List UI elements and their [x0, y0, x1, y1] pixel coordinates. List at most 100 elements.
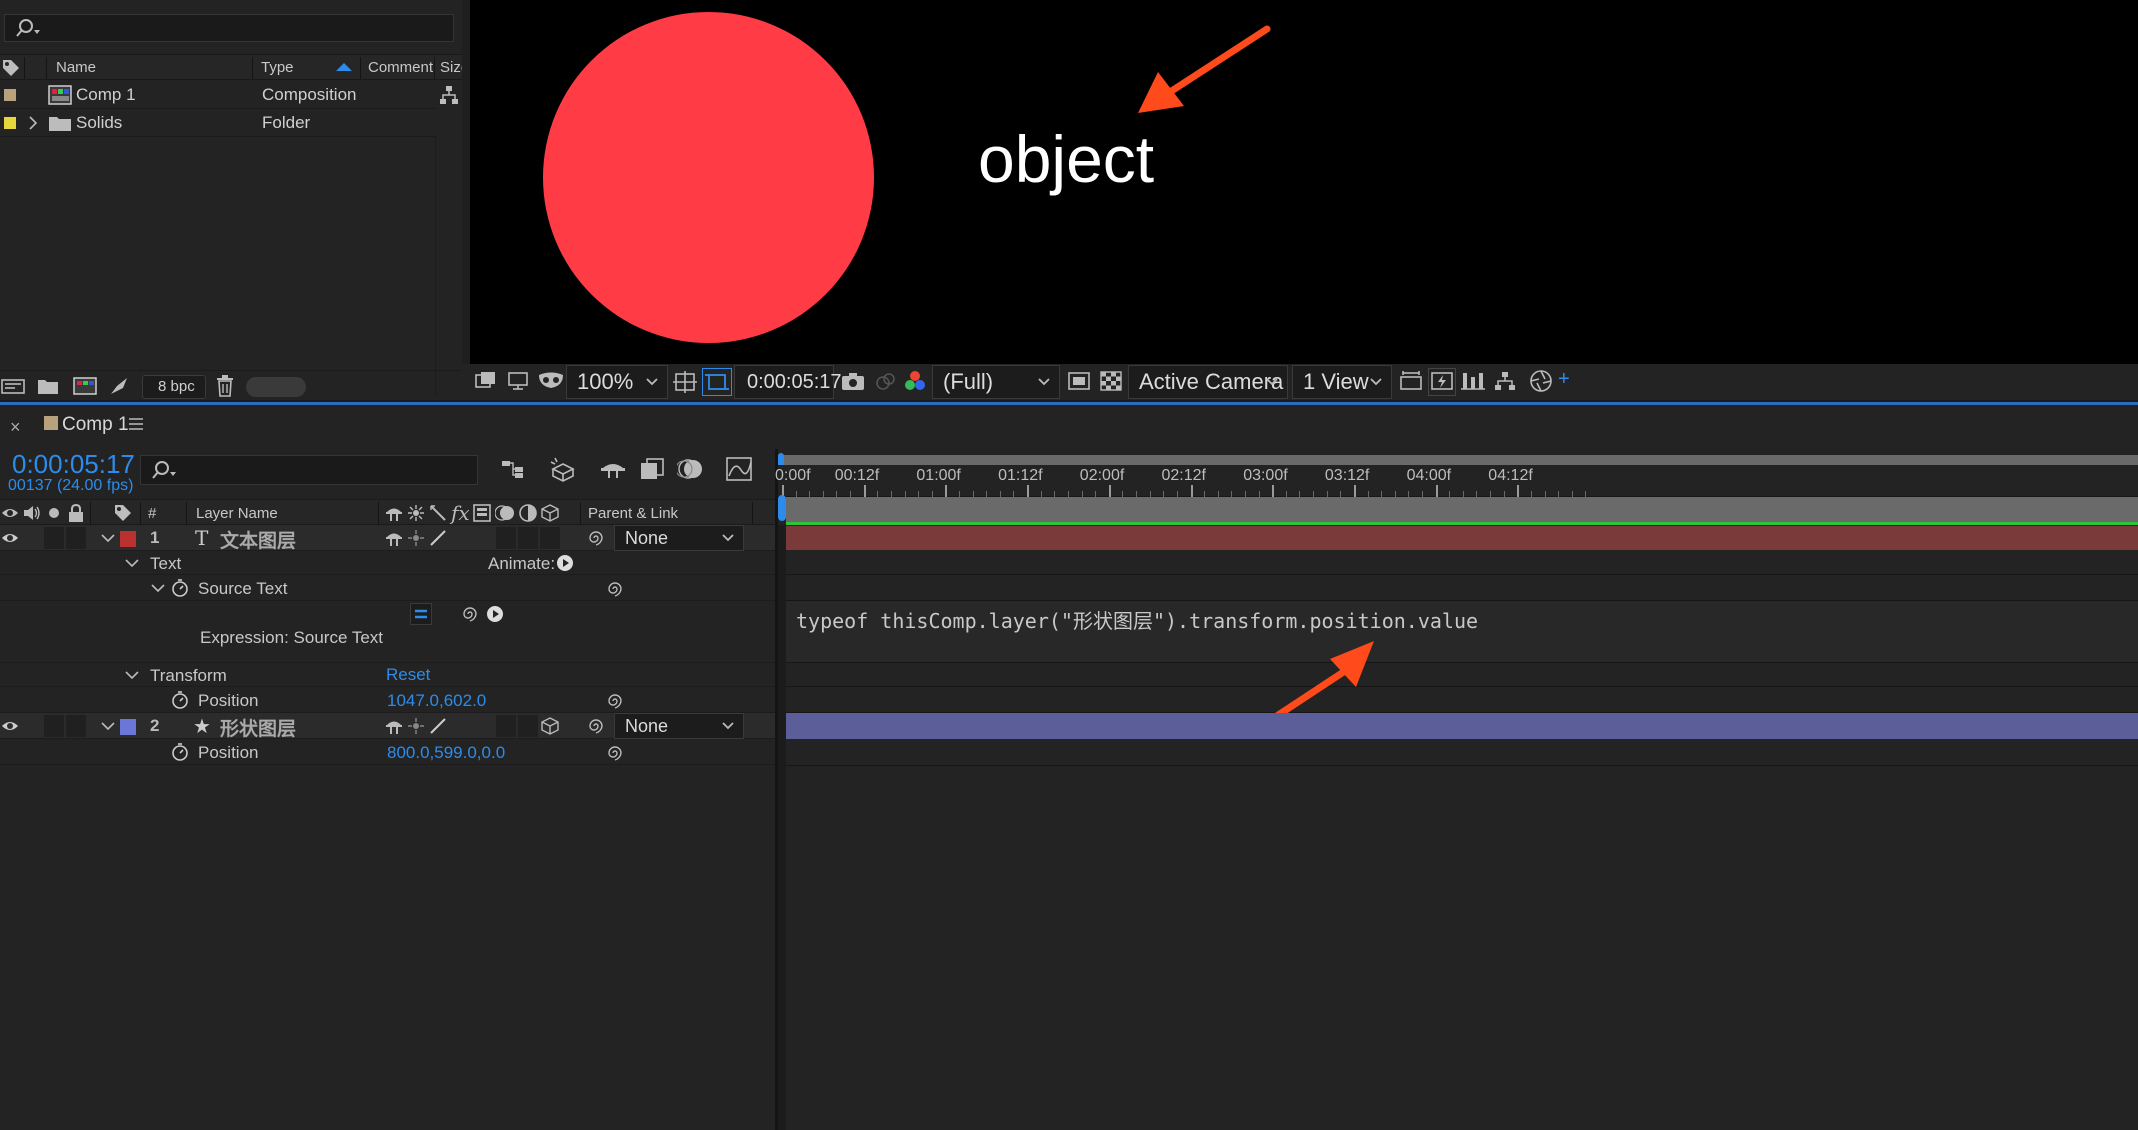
- snapshot-camera-icon[interactable]: [840, 370, 866, 392]
- column-comment[interactable]: Comment: [368, 59, 433, 76]
- layer-row-2[interactable]: 2 ★ 形状图层 None: [0, 713, 776, 741]
- quality-switch-icon[interactable]: [428, 503, 448, 523]
- 3d-layer-icon[interactable]: [540, 716, 560, 736]
- timeline-panel-icon[interactable]: [1460, 370, 1486, 392]
- region-of-interest-icon[interactable]: [702, 368, 732, 396]
- title-action-safe-icon[interactable]: [672, 370, 698, 394]
- expression-language-menu-icon[interactable]: [485, 604, 505, 624]
- column-layer-name[interactable]: Layer Name: [196, 505, 278, 522]
- column-parent-link[interactable]: Parent & Link: [588, 505, 678, 522]
- twirl-down-icon[interactable]: [124, 555, 140, 571]
- animate-label[interactable]: Animate:: [488, 554, 555, 574]
- zoom-select[interactable]: 100%: [566, 365, 668, 399]
- project-item-row[interactable]: Comp 1 Composition: [0, 82, 436, 109]
- quality-switch-icon[interactable]: [428, 528, 448, 548]
- column-name[interactable]: Name: [56, 59, 96, 76]
- collapse-switch-icon[interactable]: [406, 528, 426, 548]
- transform-group-row[interactable]: Transform Reset: [0, 663, 776, 687]
- reset-exposure-icon[interactable]: [1528, 369, 1554, 393]
- layer-row-1[interactable]: 1 T 文本图层 None: [0, 525, 776, 553]
- stopwatch-icon[interactable]: [170, 577, 190, 599]
- column-size[interactable]: Size: [440, 59, 462, 76]
- layer-2-duration-bar[interactable]: [786, 713, 2138, 739]
- parent-select-layer-2[interactable]: None: [614, 713, 744, 739]
- layer-label-swatch[interactable]: [120, 719, 136, 735]
- layer-1-duration-bar[interactable]: [786, 526, 2138, 550]
- work-area-bar[interactable]: [778, 455, 2138, 465]
- pickwhip-spiral-icon[interactable]: [586, 716, 606, 736]
- layer-label-swatch[interactable]: [120, 531, 136, 547]
- viewer-canvas[interactable]: object: [470, 0, 2138, 364]
- graph-editor-icon[interactable]: [724, 455, 754, 483]
- thumbnail-scrollbar[interactable]: [246, 377, 306, 397]
- collapse-switch-icon[interactable]: [406, 503, 426, 523]
- transparency-grid-icon[interactable]: [1098, 370, 1124, 392]
- viewer-timecode[interactable]: 0:00:05:17: [734, 365, 842, 399]
- exposure-plus-icon[interactable]: +: [1558, 368, 1570, 391]
- video-eye-icon[interactable]: [0, 528, 20, 548]
- stopwatch-icon[interactable]: [170, 741, 190, 763]
- expression-editor[interactable]: typeof thisComp.layer("形状图层").transform.…: [786, 601, 2138, 662]
- current-time-indicator[interactable]: [778, 495, 786, 521]
- new-folder-icon[interactable]: [36, 375, 60, 397]
- twirl-down-icon[interactable]: [100, 717, 116, 735]
- comp-flowchart-icon[interactable]: [1492, 370, 1518, 392]
- timeline-tab-title[interactable]: Comp 1: [62, 414, 129, 436]
- pickwhip-spiral-icon[interactable]: [605, 743, 625, 763]
- comp-mini-flowchart-icon[interactable]: [500, 457, 528, 481]
- layer-name[interactable]: 文本图层: [220, 526, 296, 553]
- twirl-down-icon[interactable]: [150, 580, 166, 596]
- quality-switch-icon[interactable]: [428, 716, 448, 736]
- pickwhip-spiral-icon[interactable]: [605, 691, 625, 711]
- position-value-layer-1[interactable]: 1047.0,602.0: [387, 691, 486, 711]
- mask-visibility-icon[interactable]: [536, 370, 566, 392]
- shy-layers-icon[interactable]: [598, 457, 628, 481]
- frame-blending-icon[interactable]: [638, 457, 666, 481]
- timeline-search-input[interactable]: [140, 455, 478, 485]
- expression-enable-icon[interactable]: [410, 603, 432, 625]
- close-tab-icon[interactable]: ×: [10, 417, 21, 438]
- view-layout-select[interactable]: 1 View: [1292, 365, 1392, 399]
- current-time-display[interactable]: 0:00:05:17: [12, 449, 135, 480]
- stopwatch-icon[interactable]: [170, 689, 190, 711]
- fx-effects-icon[interactable]: fx: [451, 501, 470, 525]
- show-snapshot-icon[interactable]: [872, 370, 898, 392]
- expression-row[interactable]: Expression: Source Text: [0, 601, 776, 663]
- frame-blend-switch-icon[interactable]: [472, 503, 492, 523]
- animate-play-icon[interactable]: [555, 553, 575, 573]
- video-eye-icon[interactable]: [0, 716, 20, 736]
- fast-preview-icon[interactable]: [1066, 370, 1092, 392]
- twirl-down-icon[interactable]: [100, 529, 116, 547]
- flowchart-icon[interactable]: [438, 84, 460, 106]
- twirl-down-icon[interactable]: [124, 667, 140, 683]
- solo-dot-icon[interactable]: [44, 503, 64, 523]
- toggle-pixel-aspect-icon[interactable]: [1398, 370, 1424, 392]
- new-composition-icon[interactable]: [72, 375, 98, 397]
- trash-icon[interactable]: [214, 374, 236, 398]
- pickwhip-spiral-icon[interactable]: [586, 528, 606, 548]
- 3d-layer-icon[interactable]: [540, 503, 560, 523]
- interpret-footage-icon[interactable]: [0, 375, 26, 397]
- pickwhip-spiral-icon[interactable]: [605, 579, 625, 599]
- position-row-layer-2[interactable]: Position 800.0,599.0,0.0: [0, 739, 776, 765]
- fast-draft-icon[interactable]: [1428, 368, 1456, 396]
- motion-blur-icon[interactable]: [676, 457, 706, 481]
- always-preview-icon[interactable]: [474, 370, 498, 392]
- layer-name[interactable]: 形状图层: [220, 714, 296, 741]
- project-item-row[interactable]: Solids Folder: [0, 110, 436, 137]
- motion-blur-switch-icon[interactable]: [494, 503, 516, 523]
- collapse-switch-icon[interactable]: [406, 716, 426, 736]
- time-ruler[interactable]: 0:00f 00:12f 01:00f 01:12f 02:00f 02:12f 03:00…: [775, 465, 2138, 497]
- lock-icon[interactable]: [66, 502, 86, 524]
- video-eye-icon[interactable]: [0, 503, 20, 523]
- parent-select-layer-1[interactable]: None: [614, 525, 744, 551]
- shy-switch-icon[interactable]: [384, 528, 404, 548]
- audio-speaker-icon[interactable]: [22, 503, 42, 523]
- resolution-select[interactable]: (Full): [932, 365, 1060, 399]
- expression-code[interactable]: typeof thisComp.layer("形状图层").transform.…: [796, 605, 1478, 634]
- draft-3d-icon[interactable]: [548, 455, 578, 483]
- shy-switch-icon[interactable]: [384, 503, 404, 523]
- chevron-right-icon[interactable]: [26, 114, 40, 132]
- tab-menu-icon[interactable]: [128, 417, 144, 431]
- transform-reset-link[interactable]: Reset: [386, 665, 430, 685]
